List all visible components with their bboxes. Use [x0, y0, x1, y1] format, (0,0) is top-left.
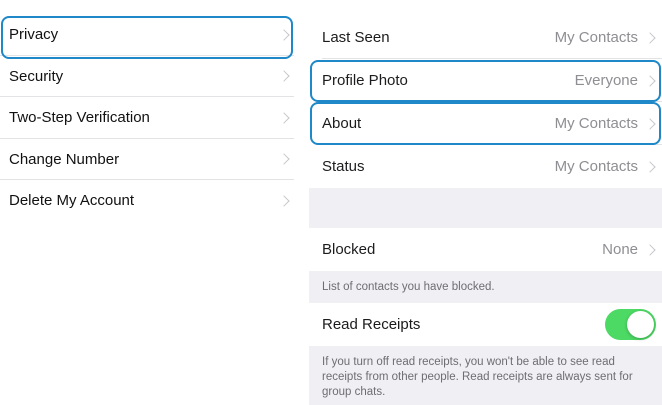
chevron-right-icon: [644, 160, 656, 173]
section-gap: [309, 188, 662, 228]
menu-item-label: Security: [9, 67, 64, 85]
row-value: My Contacts: [554, 158, 638, 175]
chevron-right-icon: [278, 112, 290, 124]
menu-item-security[interactable]: Security: [0, 56, 294, 98]
chevron-right-icon: [278, 70, 290, 82]
row-label: Status: [322, 158, 365, 175]
menu-item-label: Change Number: [9, 150, 120, 168]
row-value: None: [602, 241, 638, 258]
menu-item-label: Delete My Account: [9, 192, 135, 210]
menu-item-delete-my-account[interactable]: Delete My Account: [0, 180, 294, 222]
menu-item-label: Two-Step Verification: [9, 109, 150, 127]
row-status[interactable]: Status My Contacts: [309, 145, 662, 188]
row-label: Last Seen: [322, 29, 390, 46]
read-receipts-toggle[interactable]: [605, 309, 656, 340]
row-label: Read Receipts: [322, 316, 421, 333]
row-read-receipts: Read Receipts: [309, 303, 662, 346]
row-value: My Contacts: [554, 29, 638, 46]
blocked-footer-note: List of contacts you have blocked.: [309, 271, 662, 303]
highlight-about: [310, 102, 661, 145]
chevron-right-icon: [278, 195, 290, 207]
read-receipts-footer-note: If you turn off read receipts, you won't…: [309, 346, 662, 405]
highlight-profile-photo: [310, 60, 661, 102]
chevron-right-icon: [644, 31, 656, 44]
menu-item-change-number[interactable]: Change Number: [0, 139, 294, 181]
menu-item-two-step-verification[interactable]: Two-Step Verification: [0, 97, 294, 139]
row-blocked[interactable]: Blocked None: [309, 228, 662, 271]
chevron-right-icon: [278, 153, 290, 165]
row-label: Blocked: [322, 241, 376, 258]
toggle-knob: [627, 311, 654, 338]
chevron-right-icon: [644, 243, 656, 256]
highlight-privacy: [1, 16, 293, 59]
row-last-seen[interactable]: Last Seen My Contacts: [309, 16, 662, 59]
